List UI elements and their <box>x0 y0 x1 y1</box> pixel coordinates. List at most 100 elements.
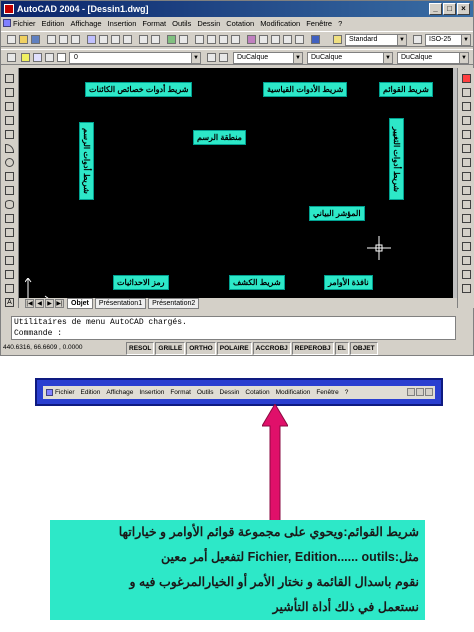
drawing-area[interactable]: شريط أدوات خصائص الكائنات شريط الأدوات ا… <box>19 68 453 302</box>
rectangle-icon[interactable] <box>5 130 14 139</box>
menu-dessin[interactable]: Dessin <box>197 17 220 30</box>
ellipse-arc-icon[interactable] <box>5 214 14 223</box>
linetype-select[interactable]: DuCalque ▼ <box>307 52 393 64</box>
layer-previous-icon[interactable] <box>219 53 228 62</box>
arc-icon[interactable] <box>5 144 14 153</box>
status-polaire[interactable]: POLAIRE <box>216 342 252 355</box>
prev-tab-icon[interactable]: ◀ <box>35 299 44 308</box>
region-icon[interactable] <box>5 284 14 293</box>
make-current-icon[interactable] <box>207 53 216 62</box>
pan-icon[interactable] <box>195 35 204 44</box>
lineweight-select[interactable]: DuCalque ▼ <box>397 52 469 64</box>
insert-block-icon[interactable] <box>5 228 14 237</box>
tracking-icon[interactable] <box>179 35 188 44</box>
new-icon[interactable] <box>7 35 16 44</box>
match-properties-icon[interactable] <box>123 35 132 44</box>
zoom-window-icon[interactable] <box>219 35 228 44</box>
redo-icon[interactable] <box>151 35 160 44</box>
cut-icon[interactable] <box>87 35 96 44</box>
next-tab-icon[interactable]: ▶ <box>45 299 54 308</box>
document-icon[interactable] <box>3 19 11 27</box>
revision-cloud-icon[interactable] <box>5 172 14 181</box>
sun-icon[interactable] <box>33 53 42 62</box>
array-icon[interactable] <box>462 130 471 139</box>
markup-icon[interactable] <box>295 35 304 44</box>
trim-icon[interactable] <box>462 200 471 209</box>
dbconnect-icon[interactable] <box>283 35 292 44</box>
design-center-icon[interactable] <box>259 35 268 44</box>
copy-object-icon[interactable] <box>462 88 471 97</box>
minimize-button[interactable]: _ <box>429 3 442 15</box>
menu-outils[interactable]: Outils <box>172 17 191 30</box>
menu-affichage[interactable]: Affichage <box>70 17 101 30</box>
menu-insertion[interactable]: Insertion <box>108 17 137 30</box>
rotate-icon[interactable] <box>462 158 471 167</box>
move-icon[interactable] <box>462 144 471 153</box>
menu-format[interactable]: Format <box>142 17 166 30</box>
explode-icon[interactable] <box>462 284 471 293</box>
open-icon[interactable] <box>19 35 28 44</box>
print-icon[interactable] <box>47 35 56 44</box>
point-icon[interactable] <box>5 256 14 265</box>
join-icon[interactable] <box>462 242 471 251</box>
status-el[interactable]: EL <box>334 342 349 355</box>
tab-presentation2[interactable]: Présentation2 <box>148 298 200 309</box>
menu-cotation[interactable]: Cotation <box>226 17 254 30</box>
construction-line-icon[interactable] <box>5 88 14 97</box>
spline-icon[interactable] <box>5 186 14 195</box>
lock-icon[interactable] <box>45 53 54 62</box>
status-accrobj[interactable]: ACCROBJ <box>252 342 291 355</box>
break-icon[interactable] <box>462 228 471 237</box>
status-grille[interactable]: GRILLE <box>155 342 186 355</box>
paste-icon[interactable] <box>111 35 120 44</box>
zoom-previous-icon[interactable] <box>231 35 240 44</box>
maximize-button[interactable]: □ <box>443 3 456 15</box>
lightbulb-icon[interactable] <box>21 53 30 62</box>
offset-icon[interactable] <box>462 116 471 125</box>
polygon-icon[interactable] <box>5 116 14 125</box>
last-tab-icon[interactable]: ▶| <box>55 299 64 308</box>
line-icon[interactable] <box>5 74 14 83</box>
publish-icon[interactable] <box>71 35 80 44</box>
text-style-select[interactable]: Standard ▼ <box>345 34 407 46</box>
first-tab-icon[interactable]: |◀ <box>25 299 34 308</box>
chamfer-icon[interactable] <box>462 256 471 265</box>
mirror-icon[interactable] <box>462 102 471 111</box>
command-window[interactable]: Utilitaires de menu AutoCAD chargés. Com… <box>11 316 456 340</box>
menu-edition[interactable]: Edition <box>42 17 65 30</box>
command-prompt[interactable]: Commande : <box>14 328 455 339</box>
menu-modification[interactable]: Modification <box>260 17 300 30</box>
help-icon[interactable] <box>311 35 320 44</box>
polyline-icon[interactable] <box>5 102 14 111</box>
menu-fenetre[interactable]: Fenêtre <box>306 17 332 30</box>
stretch-icon[interactable] <box>462 186 471 195</box>
color-select[interactable]: DuCalque ▼ <box>233 52 303 64</box>
hatch-icon[interactable] <box>5 270 14 279</box>
dim-style-select[interactable]: ISO-25 ▼ <box>425 34 471 46</box>
extend-icon[interactable] <box>462 214 471 223</box>
zoom-realtime-icon[interactable] <box>207 35 216 44</box>
menu-fichier[interactable]: Fichier <box>13 17 36 30</box>
make-block-icon[interactable] <box>5 242 14 251</box>
status-reperobj[interactable]: REPEROBJ <box>291 342 334 355</box>
ellipse-icon[interactable] <box>5 200 14 209</box>
status-ortho[interactable]: ORTHO <box>186 342 216 355</box>
status-objet[interactable]: OBJET <box>349 342 378 355</box>
save-icon[interactable] <box>31 35 40 44</box>
copy-icon[interactable] <box>99 35 108 44</box>
status-resol[interactable]: RESOL <box>126 342 155 355</box>
close-button[interactable]: × <box>457 3 470 15</box>
properties-icon[interactable] <box>247 35 256 44</box>
circle-icon[interactable] <box>5 158 14 167</box>
layer-manager-icon[interactable] <box>7 53 16 62</box>
erase-icon[interactable] <box>462 74 471 83</box>
tab-objet[interactable]: Objet <box>67 298 93 309</box>
preview-icon[interactable] <box>59 35 68 44</box>
fillet-icon[interactable] <box>462 270 471 279</box>
tab-presentation1[interactable]: Présentation1 <box>94 298 147 309</box>
scale-icon[interactable] <box>462 172 471 181</box>
undo-icon[interactable] <box>139 35 148 44</box>
layer-select[interactable]: 0 ▼ <box>69 52 201 64</box>
hyperlink-icon[interactable] <box>167 35 176 44</box>
multiline-text-icon[interactable]: A <box>5 298 14 307</box>
